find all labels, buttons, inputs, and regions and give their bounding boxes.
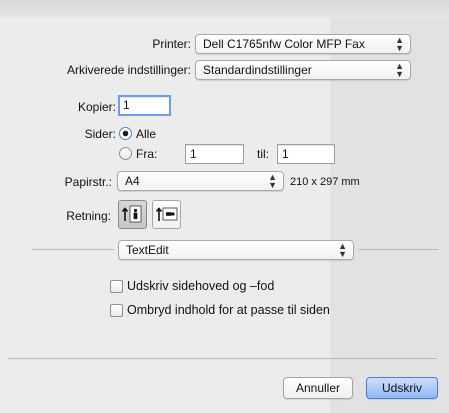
presets-label: Arkiverede indstillinger: xyxy=(66,63,191,77)
section-popup[interactable]: TextEdit ▲ ▼ xyxy=(118,240,354,260)
orientation-label: Retning: xyxy=(66,209,111,223)
presets-popup[interactable]: Standardindstillinger ▲ ▼ xyxy=(195,60,411,80)
section-divider-left xyxy=(32,249,114,250)
pages-label: Sider: xyxy=(84,127,116,141)
presets-value: Standardindstillinger xyxy=(203,63,312,77)
popup-arrows-icon: ▲ ▼ xyxy=(268,172,277,190)
cancel-button[interactable]: Annuller xyxy=(283,377,353,399)
portrait-icon xyxy=(121,205,142,223)
rewrap-checkbox[interactable] xyxy=(110,304,123,317)
pages-from-label: Fra: xyxy=(136,147,158,161)
rewrap-label: Ombryd indhold for at passe til siden xyxy=(127,303,330,317)
print-dialog: Printer: Dell C1765nfw Color MFP Fax ▲ ▼ … xyxy=(0,0,449,413)
header-footer-label: Udskriv sidehoved og –fod xyxy=(127,279,275,293)
print-button[interactable]: Udskriv xyxy=(366,377,438,399)
copies-label: Kopier: xyxy=(77,100,116,114)
copies-field[interactable]: 1 xyxy=(118,95,171,116)
pages-to-field[interactable]: 1 xyxy=(277,144,335,164)
printer-popup[interactable]: Dell C1765nfw Color MFP Fax ▲ ▼ xyxy=(195,34,411,54)
section-divider-right xyxy=(358,249,438,250)
pages-all-radio[interactable] xyxy=(119,127,132,140)
paper-size-popup[interactable]: A4 ▲ ▼ xyxy=(117,171,284,191)
pages-all-label: Alle xyxy=(136,127,157,141)
bottom-divider xyxy=(8,358,437,359)
paper-dimensions: 210 x 297 mm xyxy=(290,176,360,188)
paper-size-value: A4 xyxy=(125,174,140,188)
popup-arrows-icon: ▲ ▼ xyxy=(338,241,347,259)
popup-arrows-icon: ▲ ▼ xyxy=(395,35,404,53)
header-footer-checkbox[interactable] xyxy=(110,280,123,293)
pages-from-field[interactable]: 1 xyxy=(185,144,244,164)
pages-range-radio[interactable] xyxy=(119,147,132,160)
popup-arrows-icon: ▲ ▼ xyxy=(395,61,404,79)
pages-to-label: til: xyxy=(257,147,269,161)
section-popup-value: TextEdit xyxy=(126,243,169,257)
printer-label: Printer: xyxy=(152,37,191,51)
landscape-button[interactable] xyxy=(152,200,181,229)
paper-size-label: Papirstr.: xyxy=(64,175,112,189)
dialog-title-area xyxy=(0,0,449,18)
landscape-icon xyxy=(155,207,178,221)
portrait-button[interactable] xyxy=(118,200,147,229)
printer-value: Dell C1765nfw Color MFP Fax xyxy=(203,37,365,51)
